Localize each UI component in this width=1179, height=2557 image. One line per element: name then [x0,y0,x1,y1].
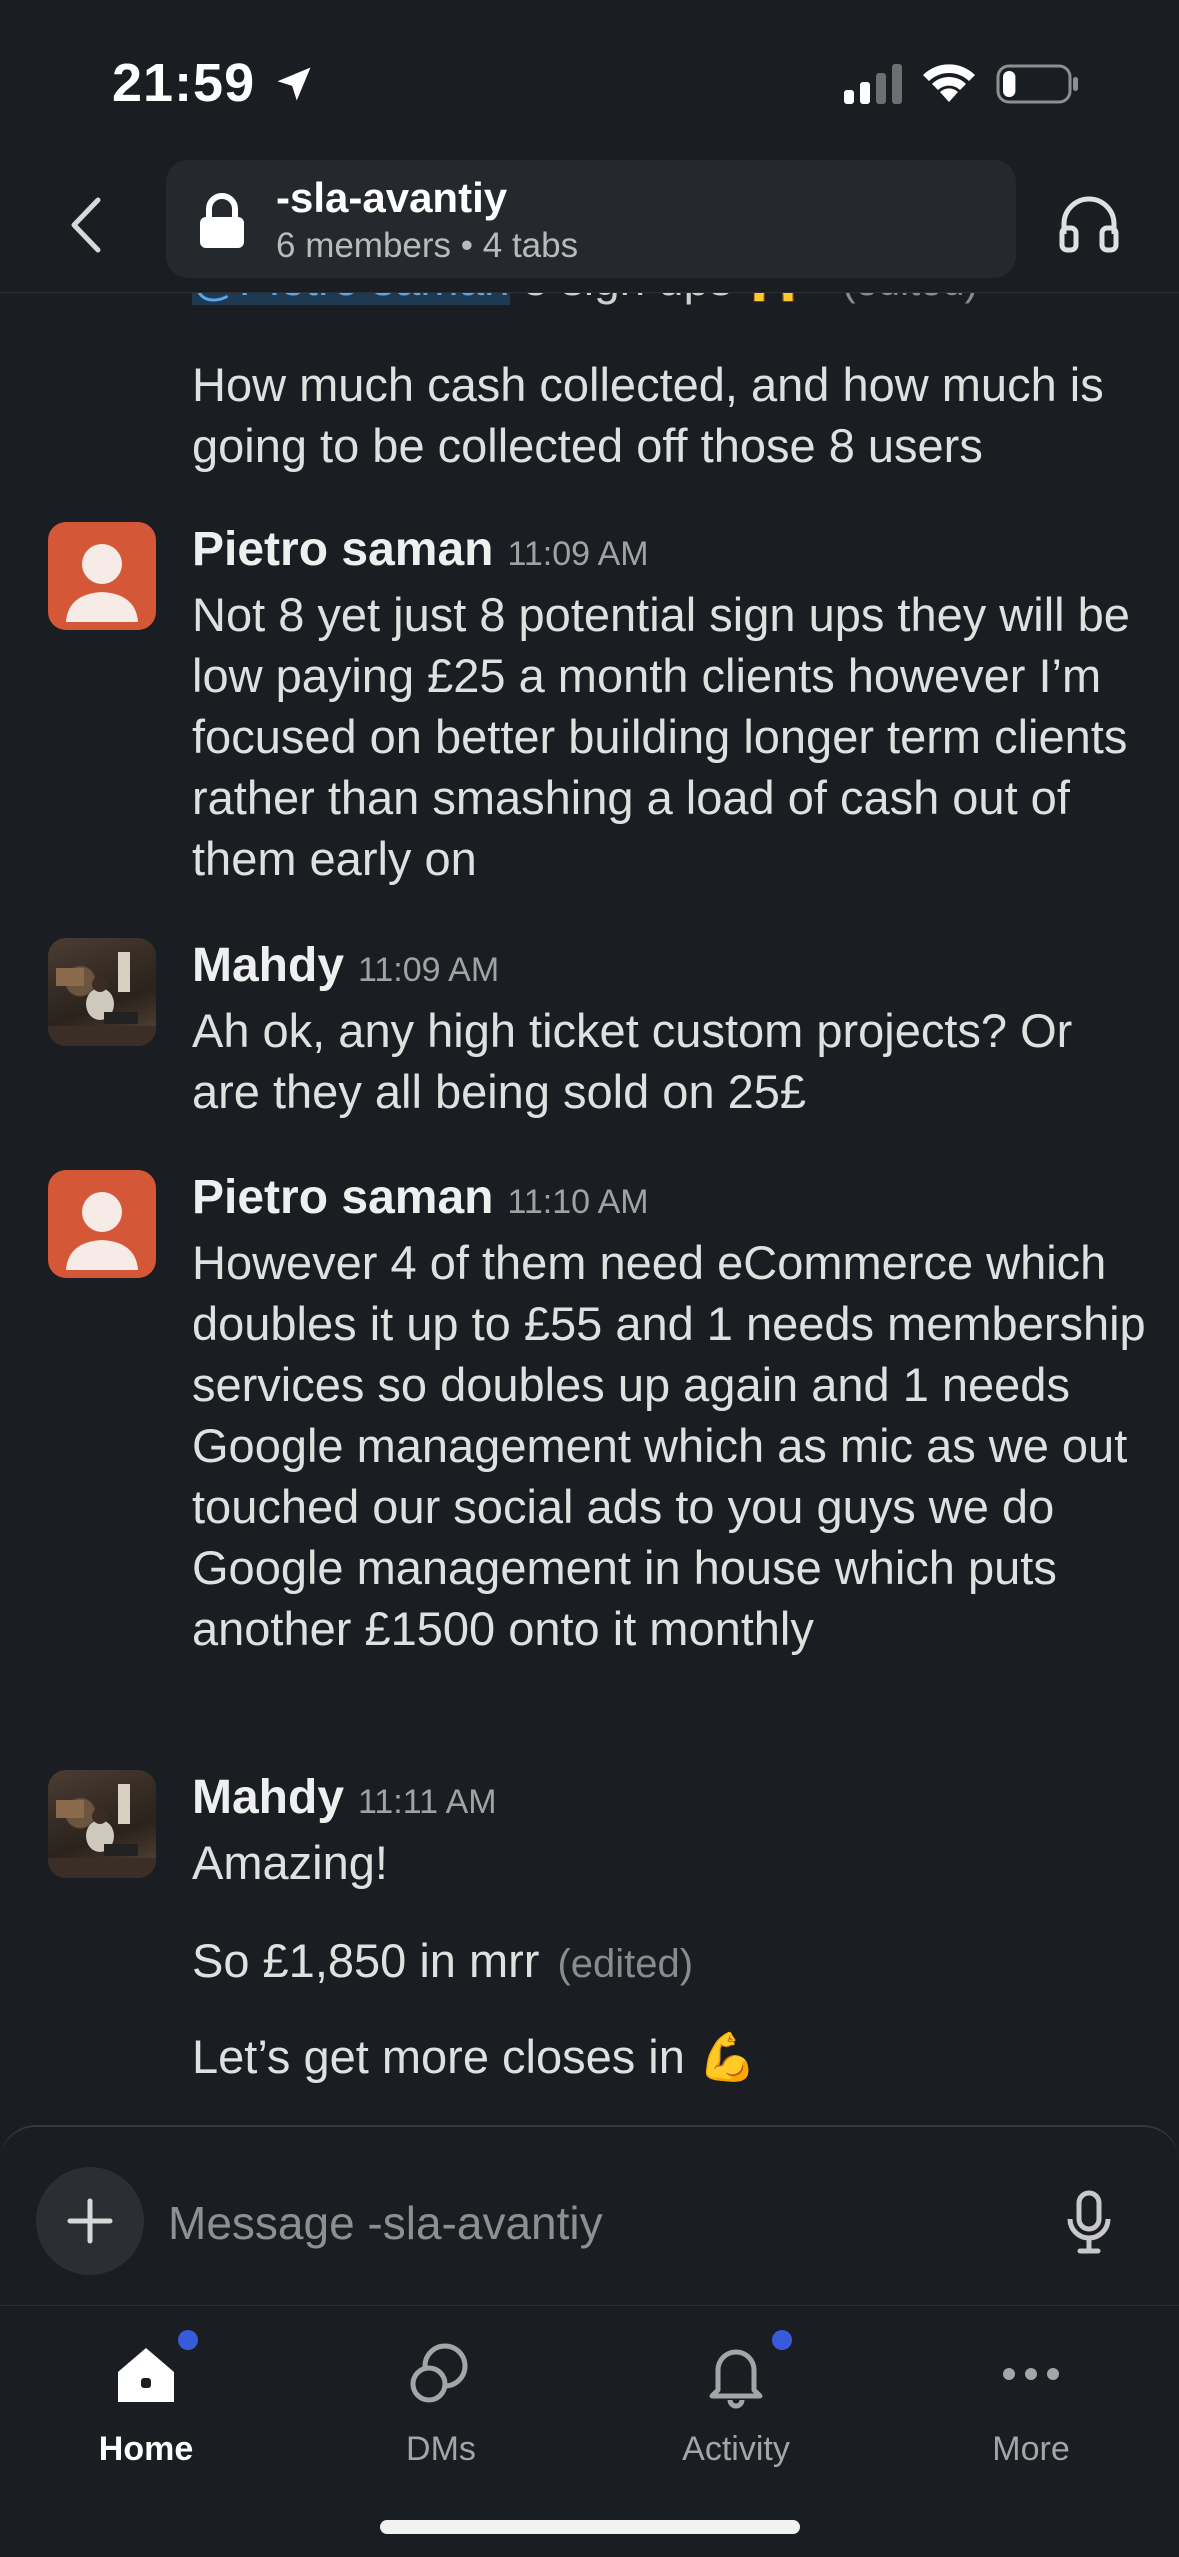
home-icon [118,2348,174,2402]
tab-label: Activity [682,2430,790,2468]
sender-name[interactable]: Mahdy [192,939,344,992]
followup-text: So £1,850 in mrr [192,1934,540,1987]
avatar[interactable] [48,938,156,1046]
message-text: Amazing! [192,1836,388,1889]
message-text: Not 8 yet just 8 potential sign ups they… [192,588,1130,885]
cellular-signal-icon [844,64,902,104]
default-user-icon [66,1192,138,1270]
more-icon [1003,2368,1059,2380]
tab-home[interactable]: Home [46,2324,246,2484]
microphone-icon[interactable] [1064,2187,1114,2257]
channel-meta: 6 members • 4 tabs [276,226,579,265]
sender-name[interactable]: Mahdy [192,1771,344,1824]
channel-name: -sla-avantiy [276,174,508,221]
message-time: 11:09 AM [358,951,500,989]
avatar[interactable] [48,522,156,630]
bell-icon [709,2349,763,2409]
profile-photo [48,952,156,1046]
activity-badge [772,2330,792,2350]
message-time: 11:09 AM [507,535,649,573]
tab-dms[interactable]: DMs [341,2324,541,2484]
message-composer [0,2125,1179,2307]
clipped-message: @Pietro saman 8 sign ups 🙌 (edited) [192,292,978,307]
message-input[interactable] [168,2193,1028,2253]
message-text: So £1,850 in mrr (edited) [192,1930,1152,1995]
dms-icon [410,2343,468,2403]
message-time: 11:11 AM [358,1783,497,1821]
home-indicator [380,2520,800,2534]
channel-info-button[interactable]: -sla-avantiy 6 members • 4 tabs [166,160,1016,278]
add-attachment-button[interactable] [36,2167,144,2275]
lock-icon [200,193,244,248]
message-time: 11:10 AM [507,1183,649,1221]
message-text: How much cash collected, and how much is… [192,358,1104,472]
sender-name[interactable]: Pietro saman [192,1171,493,1224]
headphones-icon[interactable] [1056,190,1122,256]
message-text: Let’s get more closes in 💪 [192,2030,757,2083]
default-user-icon [66,544,138,622]
status-bar: 21:59 [0,0,1179,160]
message-header: Pietro saman 11:10 AM [192,1170,649,1225]
message-header: Mahdy 11:09 AM [192,938,499,993]
tab-label: DMs [406,2430,476,2468]
message-list[interactable]: @Pietro saman 8 sign ups 🙌 (edited) How m… [0,292,1179,2122]
location-arrow-icon [277,67,311,101]
wifi-icon [923,64,975,102]
plus-icon [67,2198,113,2244]
tab-label: More [992,2430,1070,2468]
profile-photo [48,1784,156,1878]
message-text: Ah ok, any high ticket custom projects? … [192,1004,1073,1118]
avatar[interactable] [48,1770,156,1878]
clipped-text: 8 sign ups 🙌 [523,292,803,305]
message-header: Mahdy 11:11 AM [192,1770,497,1825]
message-text: However 4 of them need eCommerce which d… [192,1236,1146,1655]
avatar[interactable] [48,1170,156,1278]
edited-label: (edited) [557,1942,694,1986]
channel-header: -sla-avantiy 6 members • 4 tabs [0,160,1179,293]
sender-name[interactable]: Pietro saman [192,523,493,576]
user-mention[interactable]: @Pietro saman [192,292,510,305]
edited-label: (edited) [842,292,978,304]
back-chevron-icon[interactable] [56,190,116,260]
battery-icon [996,64,1078,104]
tab-label: Home [98,2430,194,2468]
home-badge [178,2330,198,2350]
tab-activity[interactable]: Activity [636,2324,836,2484]
message-header: Pietro saman 11:09 AM [192,522,649,577]
tab-more[interactable]: More [931,2324,1131,2484]
status-time: 21:59 [112,53,256,113]
